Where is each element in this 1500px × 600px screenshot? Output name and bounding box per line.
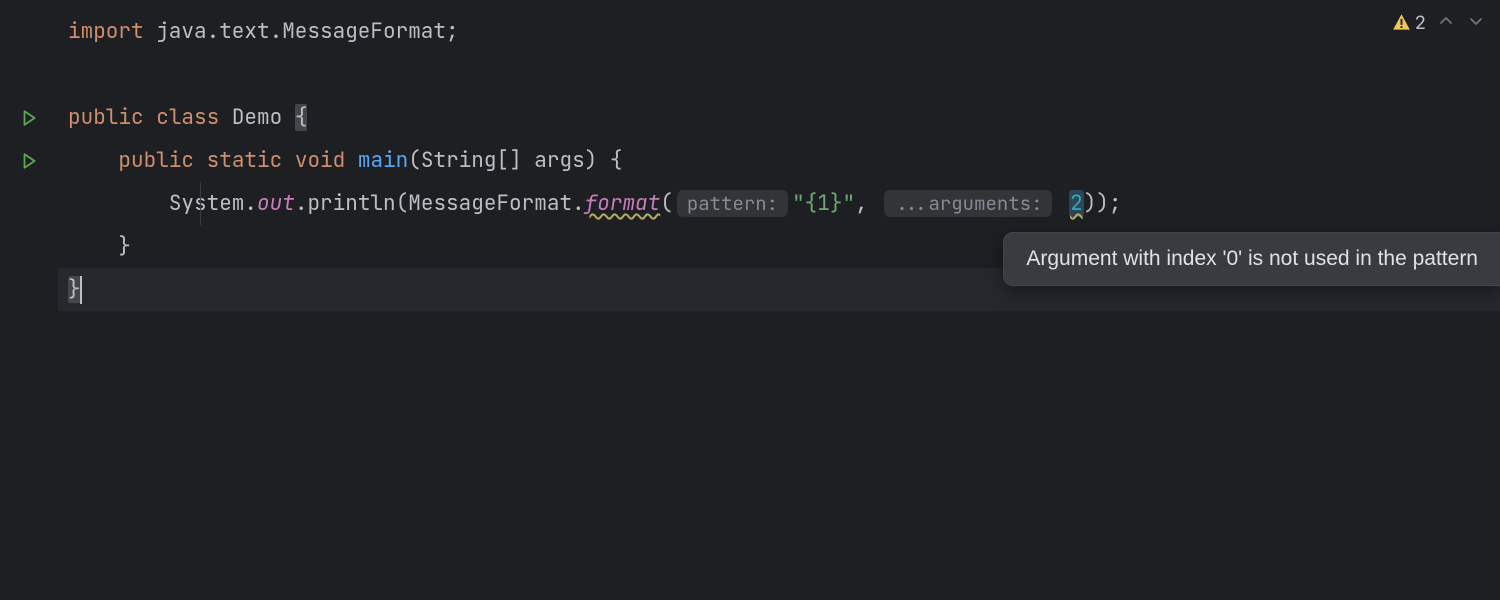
string-literal: "{1}" — [792, 190, 855, 217]
code-editor[interactable]: import java.text.MessageFormat; public c… — [0, 0, 1500, 600]
keyword: class — [156, 104, 219, 131]
class-name: Demo — [232, 104, 282, 131]
caret — [80, 276, 82, 304]
code-line[interactable]: public static void main(String[] args) { — [58, 139, 1500, 182]
keyword: static — [207, 147, 283, 174]
code-text: (MessageFormat. — [396, 190, 585, 217]
code-line[interactable]: import java.text.MessageFormat; — [58, 10, 1500, 53]
indent-guide — [200, 182, 201, 225]
code-text: , — [855, 190, 880, 217]
code-text: (String[] args) { — [408, 147, 622, 174]
code-line-empty[interactable] — [58, 53, 1500, 96]
code-area[interactable]: import java.text.MessageFormat; public c… — [58, 0, 1500, 600]
code-text: . — [295, 190, 308, 217]
gutter-row — [0, 53, 58, 96]
keyword: public — [118, 147, 194, 174]
inspection-widget[interactable]: 2 — [1392, 10, 1486, 35]
next-highlight-icon[interactable] — [1466, 10, 1486, 35]
gutter-row — [0, 268, 58, 311]
prev-highlight-icon[interactable] — [1436, 10, 1456, 35]
code-text: ( — [660, 190, 673, 217]
inlay-hint[interactable]: pattern: — [677, 190, 788, 217]
editor-gutter — [0, 0, 58, 600]
method-name: main — [358, 147, 408, 174]
method-call: println — [307, 190, 395, 217]
gutter-row — [0, 10, 58, 53]
keyword: public — [68, 104, 144, 131]
warning-indicator[interactable]: 2 — [1392, 10, 1426, 35]
brace-open: { — [295, 104, 308, 131]
warning-icon — [1392, 13, 1411, 32]
tooltip-text: Argument with index '0' is not used in t… — [1026, 247, 1478, 270]
gutter-row — [0, 225, 58, 268]
number-literal: 2 — [1069, 190, 1084, 217]
keyword: import — [68, 18, 144, 45]
run-method-icon[interactable] — [0, 139, 58, 182]
code-text: java.text.MessageFormat; — [144, 18, 459, 45]
brace-close: } — [118, 233, 131, 260]
code-line[interactable]: public class Demo { — [58, 96, 1500, 139]
static-field: out — [257, 190, 295, 217]
inlay-hint[interactable]: ...arguments: — [884, 190, 1052, 217]
warning-count: 2 — [1415, 10, 1426, 35]
inspection-tooltip: Argument with index '0' is not used in t… — [1003, 232, 1500, 286]
run-class-icon[interactable] — [0, 96, 58, 139]
static-method: format — [585, 190, 661, 217]
code-text: )); — [1084, 190, 1122, 217]
code-text: System. — [169, 190, 257, 217]
keyword: void — [295, 147, 345, 174]
gutter-row — [0, 182, 58, 225]
code-line[interactable]: System.out.println(MessageFormat.format(… — [58, 182, 1500, 225]
